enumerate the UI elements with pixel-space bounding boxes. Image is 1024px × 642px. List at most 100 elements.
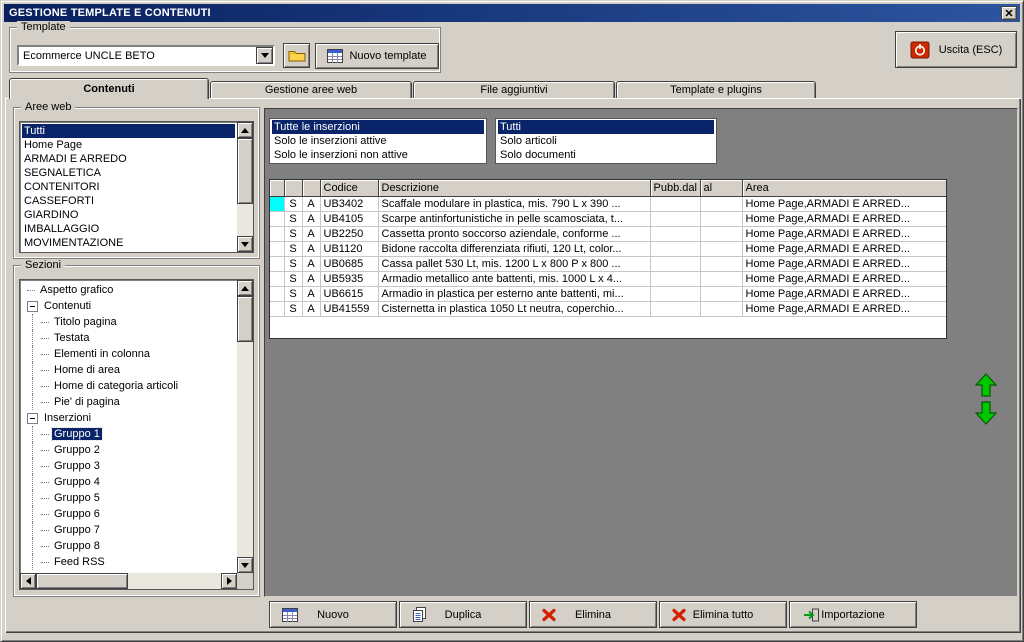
scrollbar-thumb[interactable]: [36, 573, 128, 589]
filter-tipo-option[interactable]: Solo documenti: [498, 148, 714, 162]
filter-inserzioni-option[interactable]: Solo le inserzioni attive: [272, 134, 484, 148]
scrollbar-thumb[interactable]: [237, 138, 253, 204]
row-selector-cell[interactable]: [270, 301, 285, 317]
tree-item[interactable]: Gruppo 5: [22, 490, 235, 506]
duplica-button[interactable]: Duplica: [399, 601, 527, 628]
tree-item[interactable]: Gruppo 6: [22, 506, 235, 522]
scroll-right-button[interactable]: [221, 573, 237, 589]
close-button[interactable]: [1001, 6, 1017, 20]
scroll-up-button[interactable]: [237, 122, 253, 138]
aree-web-item[interactable]: Tutti: [22, 124, 235, 138]
column-header-descrizione[interactable]: Descrizione: [378, 180, 651, 197]
scroll-left-button[interactable]: [20, 573, 36, 589]
tab-contenuti[interactable]: Contenuti: [9, 78, 209, 99]
new-template-button[interactable]: Nuovo template: [315, 43, 439, 69]
table-row[interactable]: S A UB0685 Cassa pallet 530 Lt, mis. 120…: [270, 256, 946, 272]
scroll-up-button[interactable]: [237, 280, 253, 296]
tab-template-e-plugins[interactable]: Template e plugins: [616, 81, 816, 98]
table-row[interactable]: S A UB41559 Cisternetta in plastica 1050…: [270, 301, 946, 317]
cell-al: [700, 256, 743, 272]
tree-expander-icon[interactable]: [27, 300, 38, 312]
column-header-selector[interactable]: [270, 180, 285, 197]
elimina-tutto-button[interactable]: Elimina tutto: [659, 601, 787, 628]
cell-a: A: [302, 196, 321, 212]
aree-web-scrollbar[interactable]: [237, 122, 253, 252]
tree-item[interactable]: Gruppo 1: [22, 426, 235, 442]
sezioni-horizontal-scrollbar[interactable]: [20, 573, 237, 589]
cell-codice: UB4105: [320, 211, 379, 227]
move-down-button[interactable]: [974, 401, 998, 428]
aree-web-item[interactable]: SEGNALETICA: [22, 166, 235, 180]
aree-web-item[interactable]: Home Page: [22, 138, 235, 152]
row-selector-cell[interactable]: [270, 256, 285, 272]
filter-tipo-option[interactable]: Solo articoli: [498, 134, 714, 148]
table-row[interactable]: S A UB3402 Scaffale modulare in plastica…: [270, 196, 946, 212]
tab-gestione-aree-web[interactable]: Gestione aree web: [210, 81, 412, 98]
tree-item[interactable]: Elementi in colonna: [22, 346, 235, 362]
column-header-s[interactable]: [284, 180, 303, 197]
column-header-al[interactable]: al: [700, 180, 743, 197]
row-selector-cell[interactable]: [270, 241, 285, 257]
tree-item[interactable]: Feed RSS: [22, 554, 235, 570]
tree-item[interactable]: Home di area: [22, 362, 235, 378]
action-bar: Nuovo Duplica Elimina Elimina tutto Impo…: [269, 601, 917, 628]
cell-a: A: [302, 256, 321, 272]
tree-item[interactable]: Gruppo 4: [22, 474, 235, 490]
table-row[interactable]: S A UB5935 Armadio metallico ante batten…: [270, 271, 946, 287]
tab-label: Template e plugins: [670, 84, 762, 96]
tree-item[interactable]: Aspetto grafico: [22, 282, 235, 298]
row-selector-cell[interactable]: [270, 196, 285, 212]
row-selector-cell[interactable]: [270, 286, 285, 302]
tree-item[interactable]: Titolo pagina: [22, 314, 235, 330]
open-template-folder-button[interactable]: [283, 43, 310, 68]
exit-button[interactable]: Uscita (ESC): [895, 31, 1017, 68]
cell-a: A: [302, 211, 321, 227]
column-header-area[interactable]: Area: [742, 180, 946, 197]
importazione-button[interactable]: Importazione: [789, 601, 917, 628]
table-row[interactable]: S A UB6615 Armadio in plastica per ester…: [270, 286, 946, 302]
aree-web-item[interactable]: MOVIMENTAZIONE: [22, 236, 235, 250]
elimina-button[interactable]: Elimina: [529, 601, 657, 628]
row-selector-cell[interactable]: [270, 226, 285, 242]
aree-web-item[interactable]: CONTENITORI: [22, 180, 235, 194]
tree-item[interactable]: Home di categoria articoli: [22, 378, 235, 394]
tree-item-label: Titolo pagina: [54, 316, 117, 328]
aree-web-item[interactable]: IMBALLAGGIO: [22, 222, 235, 236]
column-header-codice[interactable]: Codice: [320, 180, 379, 197]
tab-file-aggiuntivi[interactable]: File aggiuntivi: [413, 81, 615, 98]
combo-dropdown-button[interactable]: [256, 47, 273, 64]
aree-web-item[interactable]: GIARDINO: [22, 208, 235, 222]
filter-inserzioni-option[interactable]: Tutte le inserzioni: [272, 120, 484, 134]
delete-icon: [542, 608, 556, 621]
table-row[interactable]: S A UB4105 Scarpe antinfortunistiche in …: [270, 211, 946, 227]
column-header-pubb-dal[interactable]: Pubb.dal: [650, 180, 701, 197]
tree-item[interactable]: Gruppo 8: [22, 538, 235, 554]
nuovo-label: Nuovo: [317, 608, 349, 621]
scroll-down-button[interactable]: [237, 557, 253, 573]
tree-item[interactable]: Gruppo 7: [22, 522, 235, 538]
tree-item[interactable]: Testata: [22, 330, 235, 346]
move-up-button[interactable]: [974, 373, 998, 400]
tree-item[interactable]: Contenuti: [22, 298, 235, 314]
aree-web-item[interactable]: CASSEFORTI: [22, 194, 235, 208]
nuovo-button[interactable]: Nuovo: [269, 601, 397, 628]
scroll-down-button[interactable]: [237, 236, 253, 252]
tree-expander-icon[interactable]: [27, 412, 38, 424]
filter-inserzioni-option[interactable]: Solo le inserzioni non attive: [272, 148, 484, 162]
tree-item[interactable]: Pie' di pagina: [22, 394, 235, 410]
tree-item[interactable]: Inserzioni: [22, 410, 235, 426]
template-combobox[interactable]: Ecommerce UNCLE BETO: [17, 45, 275, 66]
title-bar[interactable]: GESTIONE TEMPLATE E CONTENUTI: [4, 4, 1020, 22]
tree-item[interactable]: Gruppo 3: [22, 458, 235, 474]
table-row[interactable]: S A UB2250 Cassetta pronto soccorso azie…: [270, 226, 946, 242]
row-selector-cell[interactable]: [270, 271, 285, 287]
aree-web-item[interactable]: ARMADI E ARREDO: [22, 152, 235, 166]
filter-tipo-option[interactable]: Tutti: [498, 120, 714, 134]
scrollbar-thumb[interactable]: [237, 296, 253, 342]
tree-item[interactable]: Gruppo 2: [22, 442, 235, 458]
sezioni-vertical-scrollbar[interactable]: [237, 280, 253, 573]
column-header-a[interactable]: [302, 180, 321, 197]
tree-connector: [41, 529, 49, 531]
table-row[interactable]: S A UB1120 Bidone raccolta differenziata…: [270, 241, 946, 257]
row-selector-cell[interactable]: [270, 211, 285, 227]
